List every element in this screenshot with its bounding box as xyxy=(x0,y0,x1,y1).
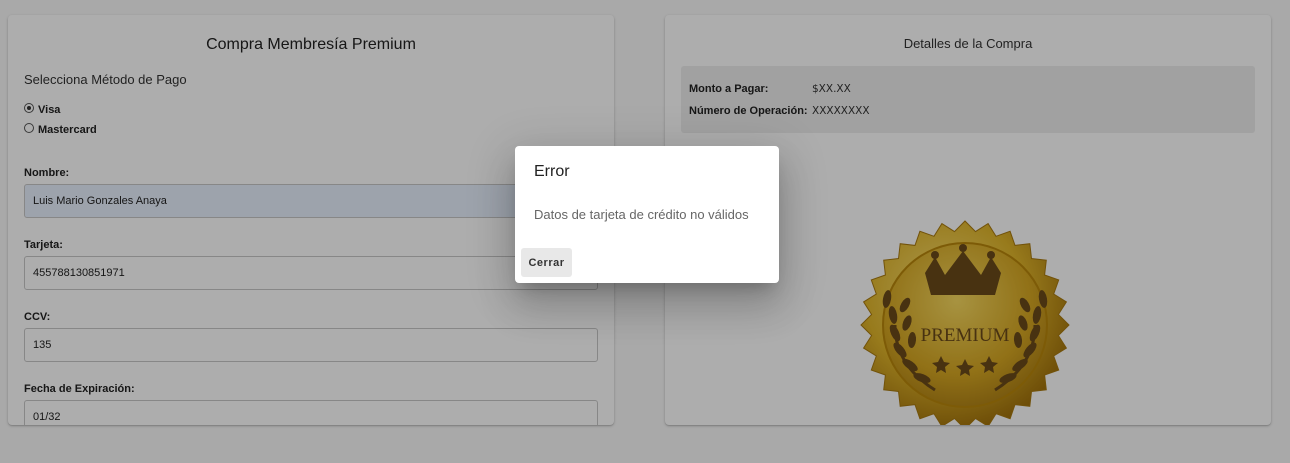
dialog-message: Datos de tarjeta de crédito no válidos xyxy=(534,207,749,222)
dialog-title: Error xyxy=(534,163,570,180)
error-dialog: Error Datos de tarjeta de crédito no vál… xyxy=(515,146,779,283)
close-button[interactable]: Cerrar xyxy=(521,248,572,277)
